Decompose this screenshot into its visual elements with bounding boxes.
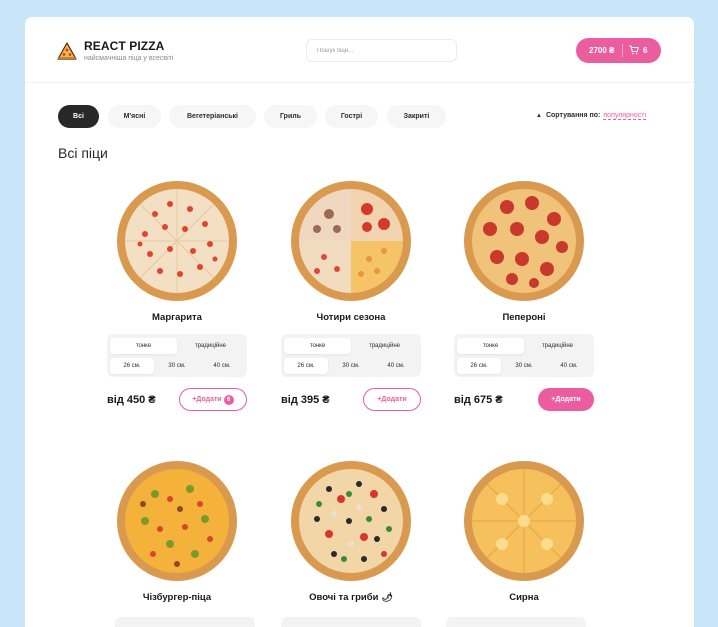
sort-value[interactable]: популярності [603,112,646,120]
pizza-options: тонке традиційне 26 см. 30 см. 40 см. [107,334,247,377]
pepper-icon: 🌶 [381,592,393,602]
size-30[interactable]: 30 см. [329,358,373,374]
caret-up-icon: ▲ [536,113,542,119]
cart-icon [629,45,639,55]
pizza-price: від 395 ₴ [281,394,330,406]
brand-tagline: найсмачніша піца у всесвіті [84,55,174,62]
pizza-name: Овочі та гриби 🌶 [281,592,421,603]
header: REACT PIZZA найсмачніша піца у всесвіті … [25,17,694,83]
cart-count: 6 [643,46,648,55]
pizza-price: від 675 ₴ [454,394,503,406]
pizza-image [291,461,411,581]
category-vegetarian[interactable]: Вегетеріанські [169,105,256,128]
pizza-options: тонке традиційне 26 см. 30 см. 40 см. [454,334,594,377]
pizza-image [464,181,584,301]
cart-button[interactable]: 2700 ₴ 6 [576,38,661,63]
size-26[interactable]: 26 см. [284,358,328,374]
size-30[interactable]: 30 см. [502,358,546,374]
pizza-name: Сирна [509,592,539,603]
sort-control: ▲ Сортування по: популярності [536,112,646,120]
pizza-image [117,181,237,301]
page-title: Всі піци [58,145,108,161]
pizza-price: від 450 ₴ [107,394,156,406]
size-40[interactable]: 40 см. [374,358,418,374]
pizza-name: Чізбургер-піца [142,592,212,603]
add-label: Додати [555,396,581,403]
size-40[interactable]: 40 см. [200,358,244,374]
pizza-name-text: Овочі та гриби [309,592,379,603]
add-label: Додати [381,396,407,403]
pizza-image [464,461,584,581]
type-traditional[interactable]: традиційне [177,338,244,354]
type-thin[interactable]: тонке [110,338,177,354]
pizza-name: Чотири сезона [316,312,386,323]
category-all[interactable]: Всі [58,105,99,128]
cart-total: 2700 ₴ [589,46,615,55]
add-button[interactable]: +Додати [538,388,594,411]
pizza-image [117,461,237,581]
add-button[interactable]: +Додати [363,388,421,411]
pizza-options: тонке традиційне 26 см. 30 см. 40 см. [281,334,421,377]
brand-title[interactable]: REACT PIZZA [84,39,164,53]
pizza-options-partial [281,617,421,627]
add-label: Додати [196,396,222,403]
category-grill[interactable]: Гриль [264,105,317,128]
category-closed[interactable]: Закриті [387,105,446,128]
pizza-options-partial [115,617,255,627]
search-input[interactable] [306,39,457,62]
type-thin[interactable]: тонке [457,338,524,354]
size-26[interactable]: 26 см. [457,358,501,374]
category-meat[interactable]: М'ясні [108,105,161,128]
add-button[interactable]: +Додати 6 [179,388,247,411]
size-40[interactable]: 40 см. [547,358,591,374]
pizza-slice-icon [57,42,77,60]
pizza-name: Маргарита [152,312,202,323]
app-card: REACT PIZZA найсмачніша піца у всесвіті … [25,17,694,627]
cart-divider [622,44,623,57]
sort-label: Сортування по: [545,112,601,119]
category-spicy[interactable]: Гострі [325,105,378,128]
size-30[interactable]: 30 см. [155,358,199,374]
pizza-name: Пепероні [502,312,546,323]
type-traditional[interactable]: традиційне [351,338,418,354]
type-thin[interactable]: тонке [284,338,351,354]
pizza-image [291,181,411,301]
added-count-badge: 6 [223,395,234,405]
pizza-options-partial [446,617,586,627]
type-traditional[interactable]: традиційне [524,338,591,354]
size-26[interactable]: 26 см. [110,358,154,374]
